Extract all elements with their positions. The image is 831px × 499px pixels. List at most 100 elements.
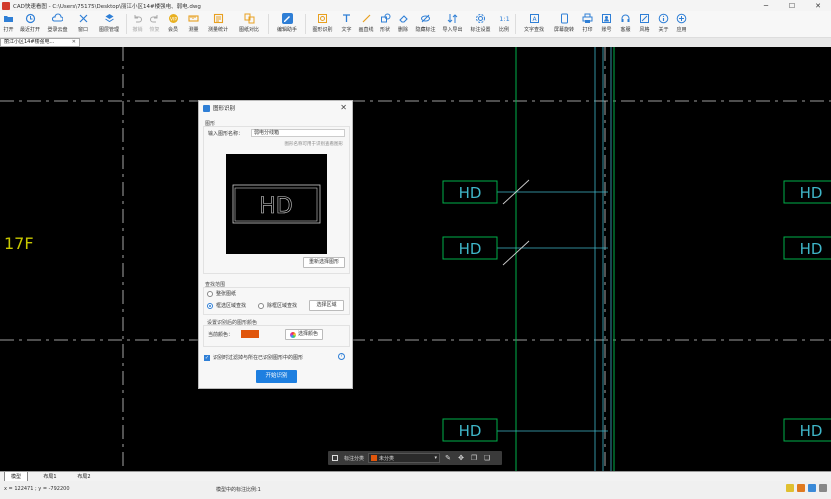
toolbar-button-label: 关于 (658, 27, 669, 33)
toolbar-button-line[interactable]: 画直线 (356, 11, 376, 38)
preview-svg: HD (232, 184, 321, 224)
toolbar-button-label: 测量统计 (207, 27, 228, 33)
toolbar-button-shape[interactable]: 形状 (376, 11, 394, 38)
annotation-category-select[interactable]: 未分类 ▾ (368, 453, 441, 463)
annotation-category-label: 标注分类 (344, 455, 365, 462)
duplicate-icon[interactable]: ❏ (482, 453, 492, 463)
copy-icon[interactable]: ❐ (469, 453, 479, 463)
close-window-button[interactable]: ✕ (805, 0, 831, 11)
toolbar-button-folder-open[interactable]: 打开 (0, 11, 17, 38)
text-search-icon: A (529, 13, 540, 24)
toolbar-button-headset[interactable]: 客服 (616, 11, 635, 38)
range-option-outside[interactable]: 除框区域查找 (258, 302, 297, 309)
drawing-canvas[interactable]: HD HD HD HD HD HD 17F (0, 47, 831, 471)
toolbar-button-hide-annotation[interactable]: 隐藏标注 (412, 11, 439, 38)
shape-preview: HD (226, 154, 327, 254)
toolbar-button-cloud[interactable]: 登录云盘 (43, 11, 72, 38)
toolbar-button-redo[interactable]: 恢复 (146, 11, 163, 38)
move-icon[interactable]: ✥ (456, 453, 466, 463)
toolbar-button-apps[interactable]: 应用 (673, 11, 690, 38)
toolbar-button-label: 打开 (3, 27, 14, 33)
document-tab-close-icon[interactable]: ✕ (72, 39, 76, 46)
hd-block: HD (442, 236, 498, 260)
toolbar-button-style[interactable]: 风格 (635, 11, 654, 38)
maximize-button[interactable]: ☐ (779, 0, 805, 11)
drawing-svg: HD HD HD HD HD HD 17F (0, 47, 831, 471)
toolbar-button-history[interactable]: 最近打开 (17, 11, 43, 38)
range-option-whole[interactable]: 整张图纸 (207, 290, 236, 297)
status-bar: x = 122471 ; y = -792200 模型中的标注比例:1 (0, 481, 831, 499)
toolbar-button-label: 删除 (397, 27, 408, 33)
filter-checkbox[interactable]: ✓ 识别时过滤掉与所在已识别图形中的图形 (204, 354, 303, 361)
snap-icon[interactable] (808, 484, 816, 492)
edit-icon[interactable]: ✎ (443, 453, 453, 463)
hd-block-label: HD (800, 240, 823, 258)
toolbar-button-text-search[interactable]: A 文字查找 (518, 11, 550, 38)
color-palette-icon (289, 331, 296, 338)
toolbar-separator (268, 14, 269, 34)
annotation-toolbar: 标注分类 未分类 ▾ ✎ ✥ ❐ ❏ (328, 451, 502, 465)
toolbar-button-scale[interactable]: 1:1 比例 (495, 11, 513, 38)
document-tab[interactable]: 丽江小区14#楼强电... ✕ (0, 38, 80, 47)
toolbar-button-label: 图层管理 (98, 27, 119, 33)
toolbar-button-vip[interactable]: VIP 会员 (163, 11, 183, 38)
apps-icon (676, 13, 687, 24)
shape-icon (380, 13, 391, 24)
dialog-title: 图形识别 (213, 106, 236, 112)
range-option-label: 整张图纸 (216, 291, 237, 297)
style-icon (639, 13, 650, 24)
toolbar-button-text[interactable]: 文字 (337, 11, 356, 38)
minimize-button[interactable]: ─ (753, 0, 779, 11)
eraser-icon (398, 13, 409, 24)
toolbar-button-import-export[interactable]: 导入导出 (439, 11, 466, 38)
toolbar-button-compare[interactable]: 图纸对比 (232, 11, 266, 38)
current-color-label: 当前颜色： (208, 332, 234, 338)
toolbar-button-shape-recognize[interactable]: 图形识别 (308, 11, 337, 38)
shape-name-input[interactable]: 弱电分线箱 (251, 129, 345, 137)
toolbar-button-fullscreen[interactable]: 窗口 (72, 11, 94, 38)
toolbar-button-eraser[interactable]: 删除 (394, 11, 412, 38)
toolbar-button-annotation-settings[interactable]: 标注设置 (466, 11, 495, 38)
toolbar-button-info[interactable]: 关于 (654, 11, 673, 38)
grid-snap-icon[interactable] (786, 484, 794, 492)
toolbar-button-layers[interactable]: 图层管理 (94, 11, 124, 38)
toolbar-button-account[interactable]: 账号 (597, 11, 616, 38)
window-controls: ─ ☐ ✕ (753, 0, 831, 11)
annotation-category-value: 未分类 (379, 455, 395, 462)
range-option-inside[interactable]: 框选区域查找 (207, 302, 246, 309)
toolbar-button-label: 标注设置 (470, 27, 491, 33)
toolbar-button-measure[interactable]: 测量 (183, 11, 204, 38)
toolbar-button-rotate-screen[interactable]: 屏幕旋转 (550, 11, 578, 38)
start-recognition-button[interactable]: 开始识别 (256, 370, 297, 383)
hd-block: HD (442, 418, 498, 442)
select-area-button[interactable]: 选择区域 (309, 300, 344, 311)
status-icons (786, 484, 827, 492)
compare-icon (244, 13, 255, 24)
main-toolbar: 打开 最近打开 登录云盘 窗口 图层管理 撤销 恢复 VIP 会员 测量 测量统计 图纸对比 编辑助手 图… (0, 11, 831, 38)
shape-recognize-icon (203, 104, 210, 112)
reselect-shape-button[interactable]: 重新选择图形 (303, 257, 345, 268)
layout-tab-bar: 模型 布局1 布局2 (0, 471, 831, 482)
capture-icon[interactable] (819, 484, 827, 492)
toolbar-button-undo[interactable]: 撤销 (129, 11, 146, 38)
hd-block: HD (783, 180, 831, 204)
fullscreen-icon (78, 13, 89, 24)
app-logo-icon (2, 1, 10, 10)
toolbar-button-label: 编辑助手 (276, 27, 297, 33)
dialog-title-bar: 图形识别 ✕ (199, 101, 352, 115)
toolbar-button-label: 画直线 (358, 27, 374, 33)
scale-icon: 1:1 (499, 13, 510, 24)
choose-color-button[interactable]: 选择颜色 (285, 329, 323, 340)
toolbar-button-edit-assistant[interactable]: 编辑助手 (271, 11, 303, 38)
chevron-down-icon: ▾ (434, 455, 438, 461)
dialog-close-icon[interactable]: ✕ (340, 103, 347, 112)
ortho-icon[interactable] (797, 484, 805, 492)
grid-icon[interactable] (332, 455, 338, 461)
help-icon[interactable]: ? (338, 353, 345, 360)
toolbar-button-print[interactable]: 打印 (578, 11, 597, 38)
toolbar-button-measure-stats[interactable]: 测量统计 (204, 11, 232, 38)
hd-block-label: HD (459, 184, 482, 202)
cursor-coordinates: x = 122471 ; y = -792200 (4, 486, 70, 492)
radio-icon (258, 302, 264, 309)
floor-label: 17F (4, 234, 34, 253)
